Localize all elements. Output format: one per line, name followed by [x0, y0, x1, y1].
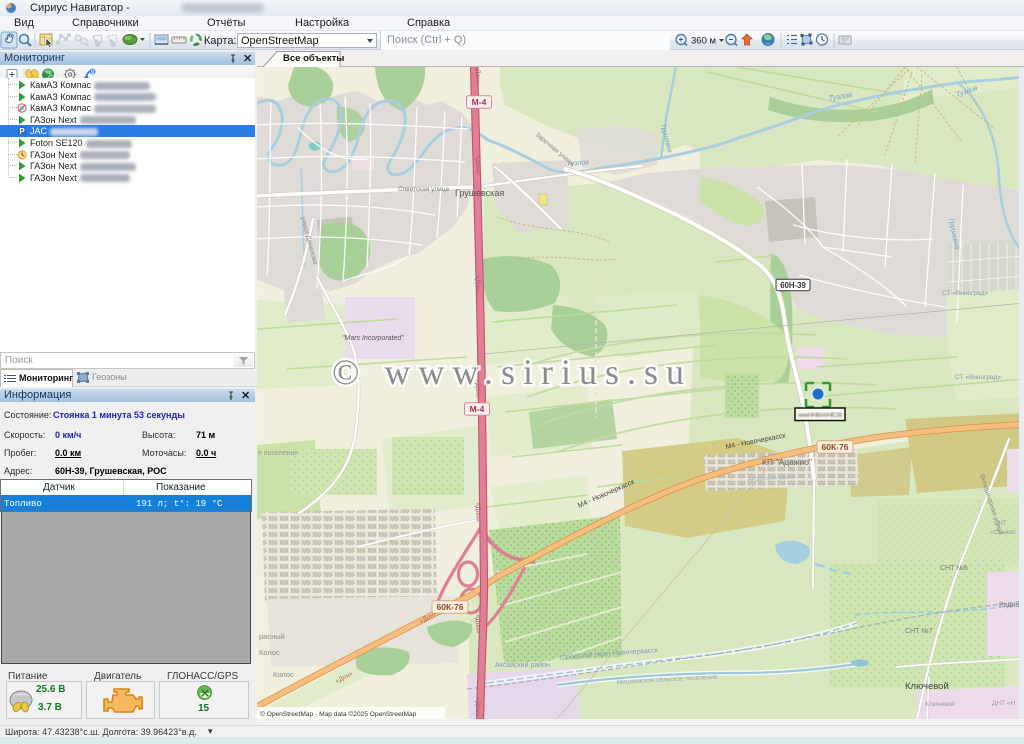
svg-text:«Дон»: «Дон» [474, 156, 481, 175]
svg-text:60Н-39: 60Н-39 [780, 281, 806, 290]
svg-text:Ключевой: Ключевой [925, 700, 955, 708]
svg-text:60К-76: 60К-76 [437, 602, 464, 612]
svg-text:© www.sirius.su: © www.sirius.su [332, 352, 692, 392]
svg-text:«Дон»: «Дон» [474, 276, 481, 295]
svg-text:М-4: М-4 [470, 404, 485, 414]
svg-text:СТ «Виноград»: СТ «Виноград» [942, 290, 988, 297]
svg-text:«Дон»: «Дон» [474, 615, 481, 634]
svg-text:расный: расный [259, 632, 285, 641]
svg-text:ДНТ «Н: ДНТ «Н [992, 700, 1015, 707]
svg-text:«Дон»: «Дон» [474, 503, 481, 522]
svg-text:© OpenStreetMap - Map data ©20: © OpenStreetMap - Map data ©2025 OpenStr… [260, 710, 417, 718]
svg-text:нннННВппНЕ26: нннННВппНЕ26 [798, 412, 843, 419]
svg-text:"Mars Incorporated": "Mars Incorporated" [342, 335, 404, 342]
svg-text:СНТ №7: СНТ №7 [905, 628, 933, 635]
svg-text:Грушевская: Грушевская [455, 188, 504, 198]
svg-text:Ключевой: Ключевой [905, 681, 949, 692]
svg-text:КП "Адажио": КП "Адажио" [762, 457, 812, 467]
svg-text:9: 9 [91, 69, 95, 76]
svg-text:«Дон»: «Дон» [474, 67, 481, 85]
svg-text:СНТ №6: СНТ №6 [940, 565, 968, 572]
svg-text:Аксайский район: Аксайский район [495, 661, 550, 669]
svg-text:е поселение: е поселение [258, 450, 298, 457]
svg-text:Советская улица: Советская улица [398, 186, 449, 193]
svg-text:P: P [19, 127, 25, 136]
svg-text:Колос: Колос [259, 648, 280, 657]
svg-text:Колос: Колос [273, 670, 294, 679]
svg-text:60К-76: 60К-76 [822, 442, 849, 452]
svg-text:360 м: 360 м [691, 36, 716, 47]
svg-text:«Дон»: «Дон» [474, 698, 481, 717]
svg-text:СТ «Виноград»: СТ «Виноград» [955, 374, 1001, 381]
svg-text:М-4: М-4 [472, 97, 487, 107]
